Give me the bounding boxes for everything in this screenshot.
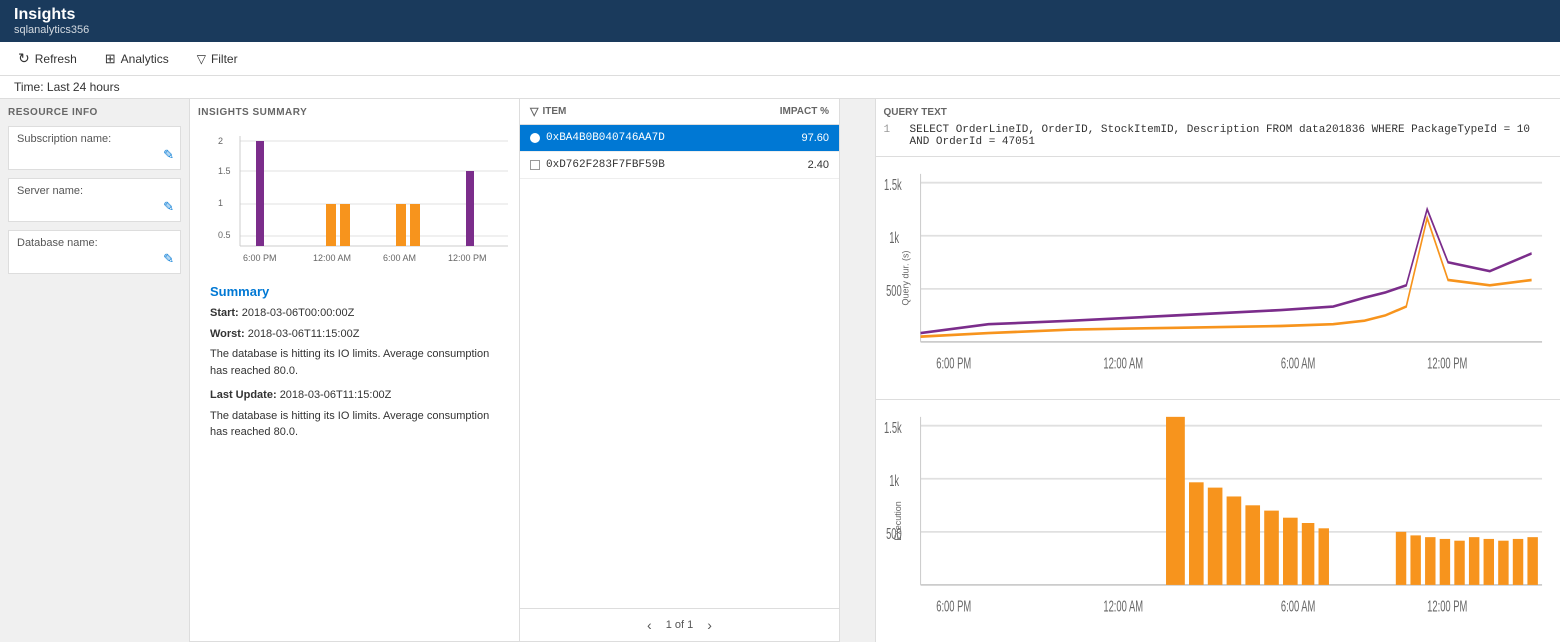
query-text: SELECT OrderLineID, OrderID, StockItemID… [910, 124, 1553, 148]
toolbar: ↻ Refresh ⊞ Analytics ▽ Filter [0, 42, 1560, 76]
svg-text:6:00 AM: 6:00 AM [1280, 597, 1314, 615]
summary-desc1: The database is hitting its IO limits. A… [210, 346, 499, 379]
list-item[interactable]: 0xBA4B0B040746AA7D 97.60 [520, 125, 839, 152]
svg-text:500: 500 [886, 281, 902, 299]
subscription-edit-icon[interactable]: ✎ [163, 147, 174, 163]
refresh-icon: ↻ [18, 50, 30, 67]
y-label-execution: Execution [892, 501, 902, 541]
svg-text:6:00 AM: 6:00 AM [1280, 354, 1314, 372]
right-panel: QUERY TEXT 1 SELECT OrderLineID, OrderID… [875, 99, 1560, 642]
insights-summary-label: INSIGHTS SUMMARY [198, 107, 511, 118]
items-panel: ▽ ITEM IMPACT % 0xBA4B0B040746AA7D 97.60… [520, 99, 840, 642]
summary-start: Start: 2018-03-06T00:00:00Z [210, 305, 499, 322]
svg-text:12:00 AM: 12:00 AM [1103, 354, 1143, 372]
subscription-field: Subscription name: ✎ [8, 126, 181, 170]
summary-section: Summary Start: 2018-03-06T00:00:00Z Wors… [198, 276, 511, 453]
start-label: Start: [210, 307, 239, 319]
item-square-icon [530, 160, 540, 170]
current-page: 1 [666, 619, 672, 631]
time-label: Time: Last 24 hours [14, 80, 120, 94]
summary-last-update: Last Update: 2018-03-06T11:15:00Z [210, 387, 499, 404]
item-id: 0xD762F283F7FBF59B [546, 159, 763, 171]
database-edit-icon[interactable]: ✎ [163, 251, 174, 267]
center-area: INSIGHTS SUMMARY 2 1.5 1 0.5 [190, 99, 875, 642]
svg-text:6:00 PM: 6:00 PM [936, 354, 971, 372]
filter-label: Filter [211, 52, 238, 66]
summary-title: Summary [210, 284, 499, 299]
item-impact: 97.60 [769, 132, 829, 144]
refresh-label: Refresh [35, 52, 77, 66]
database-label: Database name: [17, 237, 172, 249]
server-field: Server name: ✎ [8, 178, 181, 222]
query-text-label: QUERY TEXT [884, 107, 1553, 118]
analytics-label: Analytics [121, 52, 169, 66]
svg-text:12:00 PM: 12:00 PM [448, 253, 487, 263]
total-pages: 1 [687, 619, 693, 631]
next-page-button[interactable]: › [701, 615, 718, 635]
filter-button[interactable]: ▽ Filter [193, 50, 242, 68]
subscription-label: Subscription name: [17, 133, 172, 145]
svg-text:1k: 1k [889, 471, 899, 489]
svg-text:1.5: 1.5 [218, 166, 231, 176]
svg-text:0.5: 0.5 [218, 230, 231, 240]
execution-chart-svg: 1.5k 1k 500 [884, 408, 1553, 638]
svg-text:1k: 1k [889, 228, 899, 246]
app-subtitle: sqlanalytics356 [14, 24, 1546, 36]
left-panel: RESOURCE INFO Subscription name: ✎ Serve… [0, 99, 190, 642]
prev-page-button[interactable]: ‹ [641, 615, 658, 635]
query-duration-chart: Query dur. (s) 1.5k 1k 500 6:00 PM 1 [876, 157, 1560, 400]
refresh-button[interactable]: ↻ Refresh [14, 48, 81, 69]
summary-desc2: The database is hitting its IO limits. A… [210, 408, 499, 441]
svg-text:12:00 AM: 12:00 AM [1103, 597, 1143, 615]
filter-icon: ▽ [197, 52, 206, 66]
server-label: Server name: [17, 185, 172, 197]
insights-bar-chart: 2 1.5 1 0.5 [218, 126, 518, 276]
last-update-label: Last Update: [210, 389, 277, 401]
resource-info-label: RESOURCE INFO [8, 107, 181, 118]
summary-worst: Worst: 2018-03-06T11:15:00Z [210, 326, 499, 343]
worst-value: 2018-03-06T11:15:00Z [248, 328, 360, 340]
list-item[interactable]: 0xD762F283F7FBF59B 2.40 [520, 152, 839, 179]
item-dot-icon [530, 133, 540, 143]
items-pagination: ‹ 1 of 1 › [520, 608, 839, 641]
query-text-content: 1 SELECT OrderLineID, OrderID, StockItem… [884, 124, 1553, 148]
server-edit-icon[interactable]: ✎ [163, 199, 174, 215]
insights-chart-panel: INSIGHTS SUMMARY 2 1.5 1 0.5 [190, 99, 520, 642]
main-content: RESOURCE INFO Subscription name: ✎ Serve… [0, 99, 1560, 642]
item-impact: 2.40 [769, 159, 829, 171]
svg-text:2: 2 [218, 136, 223, 146]
svg-text:12:00 AM: 12:00 AM [313, 253, 351, 263]
database-field: Database name: ✎ [8, 230, 181, 274]
of-label: of [675, 619, 684, 631]
svg-text:12:00 PM: 12:00 PM [1427, 354, 1467, 372]
filter-funnel-icon: ▽ [530, 105, 538, 118]
svg-text:1.5k: 1.5k [884, 175, 902, 193]
insights-summary-panel: INSIGHTS SUMMARY 2 1.5 1 0.5 [190, 99, 875, 642]
col-item-header: ITEM [542, 106, 745, 117]
duration-chart-svg: 1.5k 1k 500 6:00 PM 12:00 AM 6:00 AM 12:… [884, 165, 1553, 395]
start-value: 2018-03-06T00:00:00Z [242, 307, 355, 319]
svg-text:6:00 AM: 6:00 AM [383, 253, 416, 263]
svg-text:1.5k: 1.5k [884, 418, 902, 436]
app-header: Insights sqlanalytics356 [0, 0, 1560, 42]
svg-text:1: 1 [218, 198, 223, 208]
line-number: 1 [884, 124, 900, 148]
time-bar: Time: Last 24 hours [0, 76, 1560, 99]
last-update-value: 2018-03-06T11:15:00Z [280, 389, 392, 401]
items-header: ▽ ITEM IMPACT % [520, 99, 839, 125]
query-text-panel: QUERY TEXT 1 SELECT OrderLineID, OrderID… [876, 99, 1560, 157]
svg-text:12:00 PM: 12:00 PM [1427, 597, 1467, 615]
page-info: 1 of 1 [666, 619, 694, 631]
execution-chart: Execution 1.5k 1k 500 [876, 400, 1560, 642]
item-id: 0xBA4B0B040746AA7D [546, 132, 763, 144]
app-title: Insights [14, 6, 1546, 24]
worst-label: Worst: [210, 328, 245, 340]
y-label-duration: Query dur. (s) [900, 250, 910, 305]
grid-icon: ⊞ [105, 51, 116, 67]
analytics-button[interactable]: ⊞ Analytics [101, 49, 173, 69]
svg-text:6:00 PM: 6:00 PM [936, 597, 971, 615]
svg-text:6:00 PM: 6:00 PM [243, 253, 277, 263]
col-impact-header: IMPACT % [749, 106, 829, 117]
